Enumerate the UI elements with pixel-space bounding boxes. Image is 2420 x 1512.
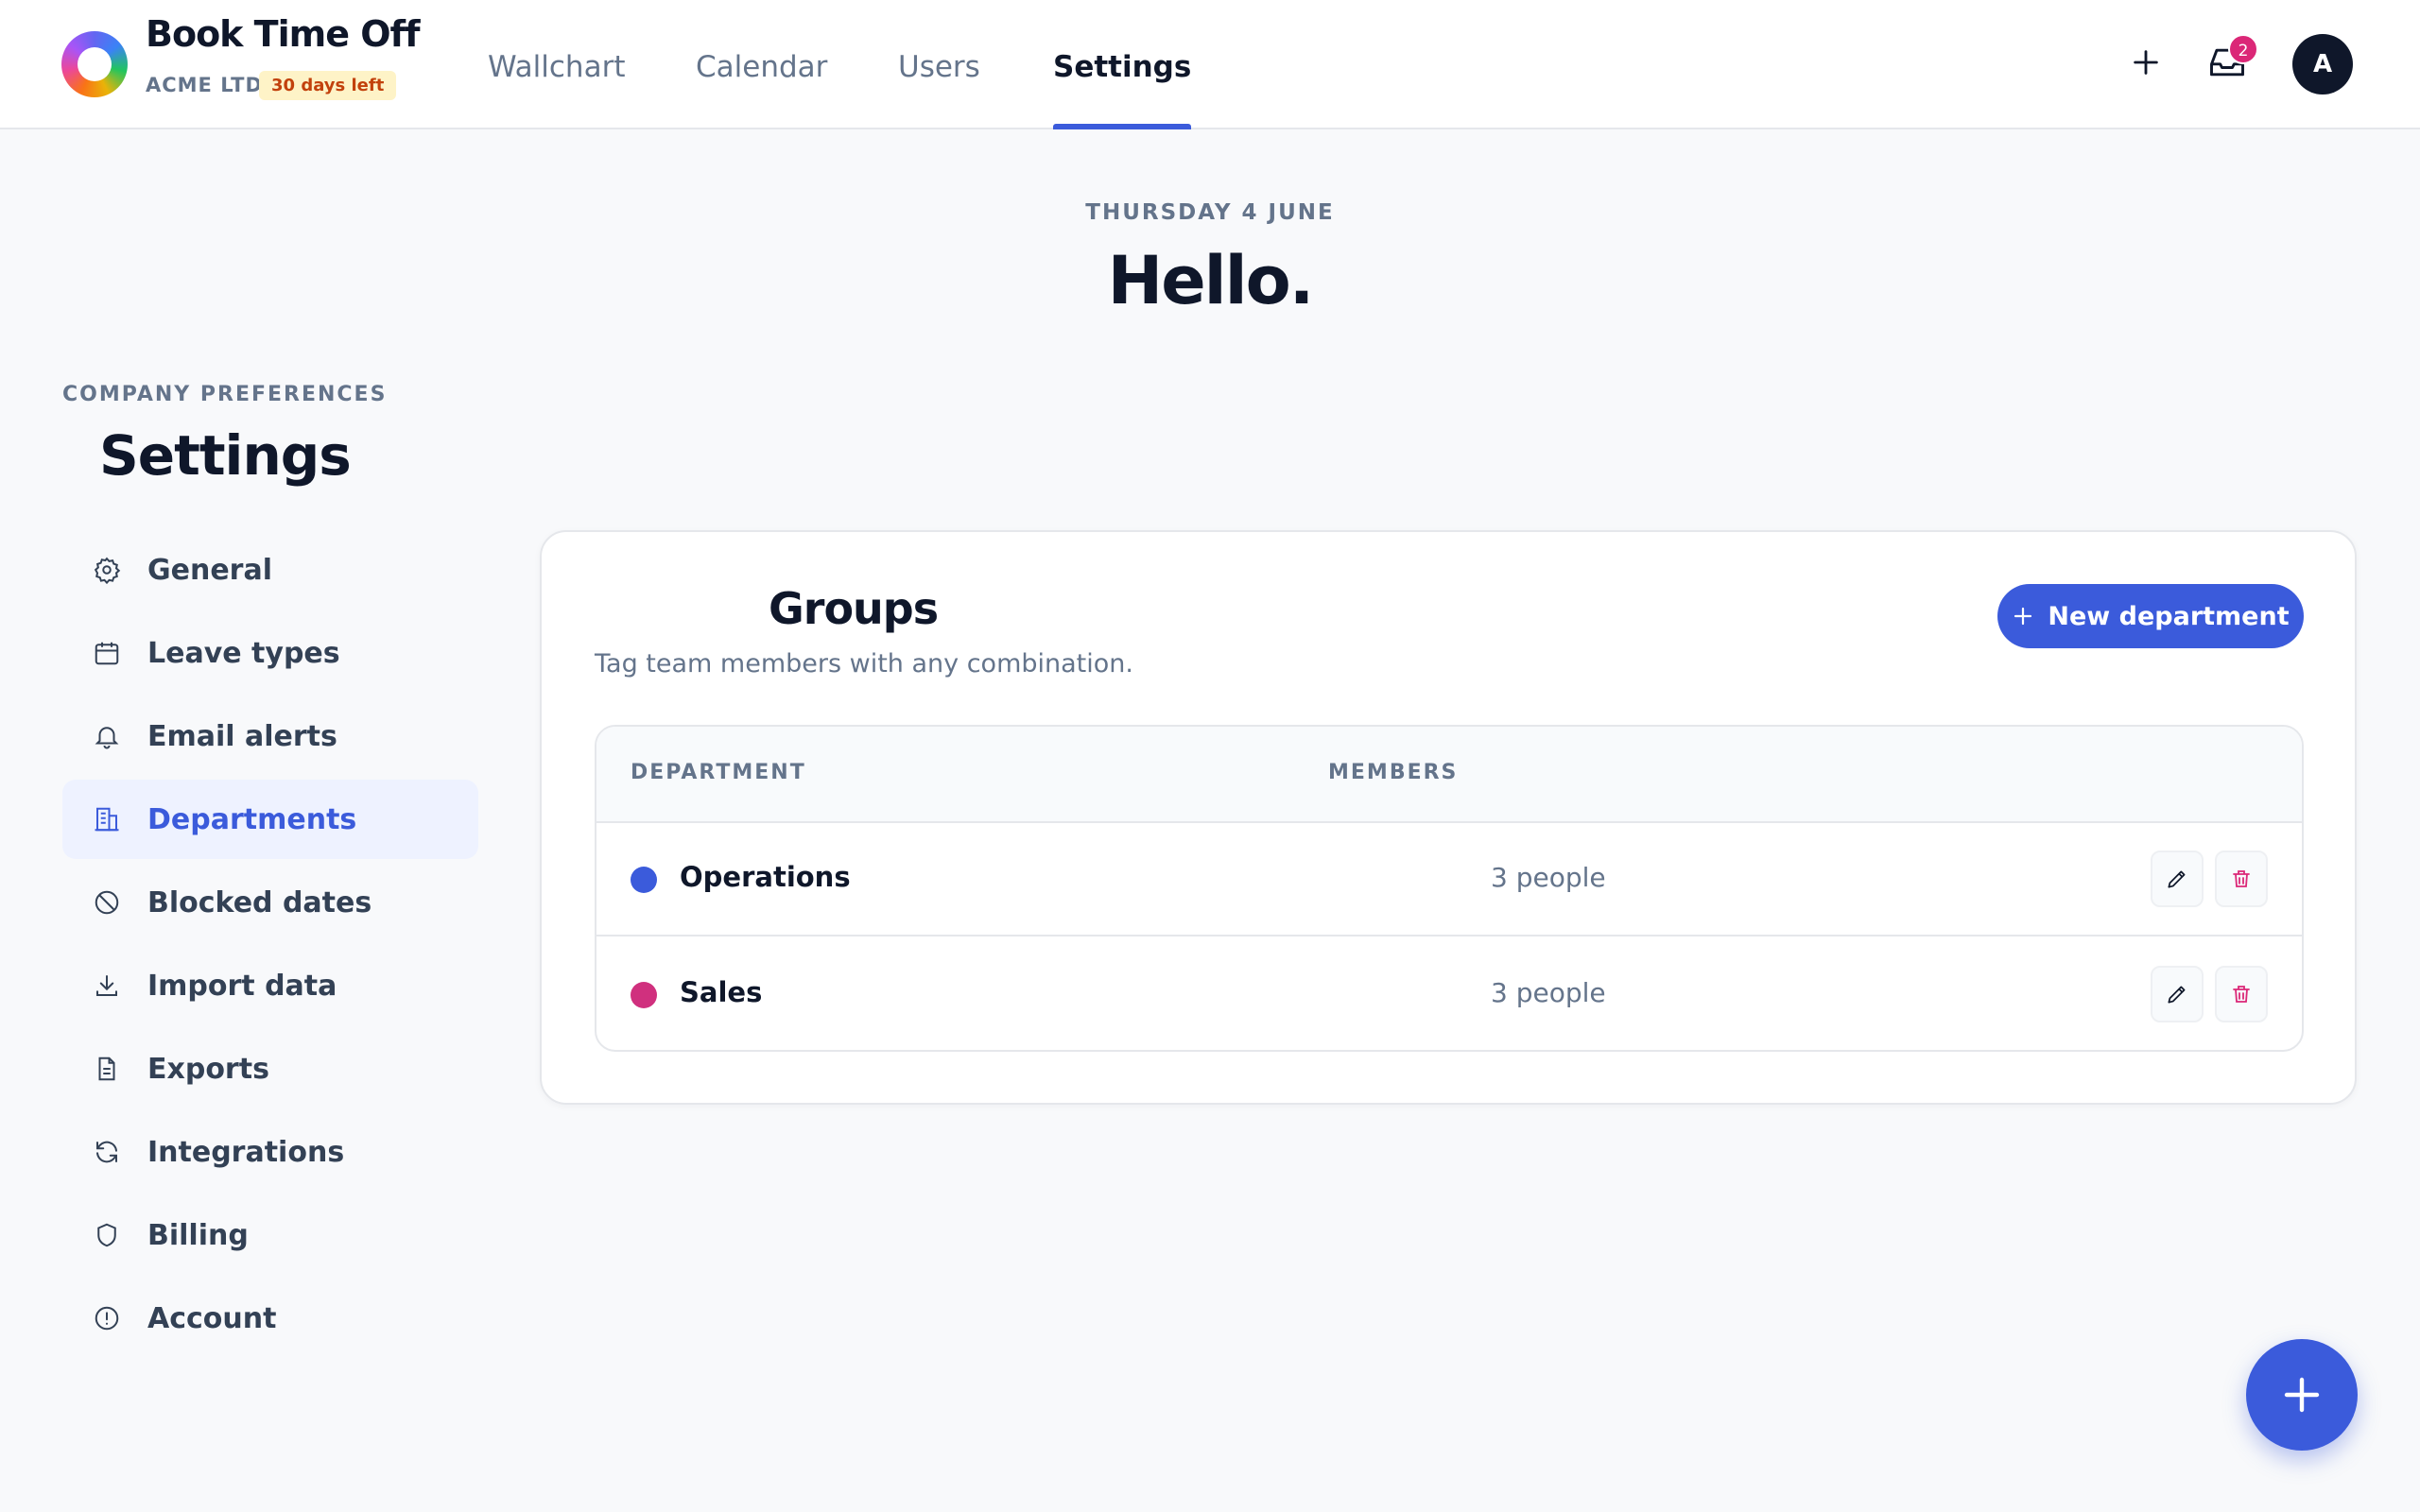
department-color-dot (631, 867, 657, 893)
nav-calendar[interactable]: Calendar (696, 0, 827, 129)
column-header-department[interactable]: DEPARTMENT (631, 761, 806, 784)
new-department-label: New department (2048, 601, 2290, 631)
sidebar-item-import-data[interactable]: Import data (62, 946, 478, 1025)
section-eyebrow: COMPANY PREFERENCES (62, 383, 388, 406)
blocked-icon (62, 888, 147, 917)
logo-icon[interactable] (61, 31, 128, 97)
calendar-icon (62, 639, 147, 667)
sidebar-item-exports[interactable]: Exports (62, 1029, 478, 1108)
trial-badge[interactable]: 30 days left (259, 71, 397, 100)
card-title: Groups (769, 583, 939, 634)
table-row[interactable]: Sales 3 people (596, 938, 2302, 1050)
sidebar-item-label: Departments (147, 802, 357, 836)
document-icon (62, 1055, 147, 1083)
avatar[interactable]: A (2292, 34, 2353, 94)
building-icon (62, 805, 147, 833)
pencil-icon (2168, 870, 2186, 888)
nav-wallchart[interactable]: Wallchart (488, 0, 625, 129)
column-header-members[interactable]: MEMBERS (1328, 761, 1458, 784)
brand-name[interactable]: Book Time Off (146, 13, 421, 55)
sidebar-item-blocked-dates[interactable]: Blocked dates (62, 863, 478, 942)
sidebar-item-label: Email alerts (147, 719, 337, 753)
nav-users[interactable]: Users (898, 0, 980, 129)
sidebar-item-label: Exports (147, 1052, 269, 1086)
gear-icon (62, 556, 147, 584)
top-bar: Book Time Off ACME LTD 30 days left Wall… (0, 0, 2420, 129)
sidebar-item-account[interactable]: Account (62, 1279, 478, 1358)
edit-button[interactable] (2151, 966, 2204, 1022)
page-title: Settings (99, 423, 352, 488)
sidebar-item-leave-types[interactable]: Leave types (62, 613, 478, 693)
edit-button[interactable] (2151, 850, 2204, 907)
greeting-title: Hello. (1107, 242, 1315, 319)
add-button[interactable] (2125, 42, 2167, 83)
table-row[interactable]: Operations 3 people (596, 823, 2302, 936)
sidebar-item-label: Account (147, 1301, 277, 1335)
member-count: 3 people (1491, 862, 1606, 893)
nav-settings[interactable]: Settings (1053, 0, 1192, 129)
shield-icon (62, 1221, 147, 1249)
sidebar-item-integrations[interactable]: Integrations (62, 1112, 478, 1192)
sidebar-item-label: Leave types (147, 636, 340, 670)
sidebar-item-label: General (147, 553, 272, 587)
pencil-icon (2168, 986, 2186, 1004)
refresh-icon (62, 1138, 147, 1166)
groups-card: Groups Tag team members with any combina… (540, 530, 2357, 1105)
new-department-button[interactable]: New department (1997, 584, 2304, 648)
delete-button[interactable] (2215, 850, 2268, 907)
sidebar-item-label: Billing (147, 1218, 249, 1252)
department-name: Sales (680, 976, 763, 1008)
department-name: Operations (680, 861, 851, 893)
departments-table: DEPARTMENT MEMBERS Operations 3 people S… (595, 725, 2304, 1052)
sidebar-item-label: Integrations (147, 1135, 345, 1169)
department-color-dot (631, 982, 657, 1008)
bell-icon (62, 722, 147, 750)
card-subtitle: Tag team members with any combination. (595, 649, 1133, 679)
sidebar-item-general[interactable]: General (62, 530, 478, 610)
alert-circle-icon (62, 1304, 147, 1332)
trash-icon (2233, 986, 2250, 1003)
company-name: ACME LTD (146, 74, 263, 96)
sidebar-item-label: Import data (147, 969, 337, 1003)
notification-badge: 2 (2228, 34, 2258, 64)
member-count: 3 people (1491, 977, 1606, 1008)
plus-icon (2284, 1377, 2320, 1413)
floating-add-button[interactable] (2246, 1339, 2358, 1451)
plus-icon (2134, 50, 2158, 75)
date-label: THURSDAY 4 JUNE (1085, 200, 1335, 225)
sidebar-item-billing[interactable]: Billing (62, 1195, 478, 1275)
download-icon (62, 971, 147, 1000)
sidebar-item-departments[interactable]: Departments (62, 780, 478, 859)
table-header: DEPARTMENT MEMBERS (596, 727, 2302, 823)
plus-icon (2014, 607, 2032, 626)
sidebar-item-email-alerts[interactable]: Email alerts (62, 696, 478, 776)
delete-button[interactable] (2215, 966, 2268, 1022)
trash-icon (2233, 870, 2250, 887)
sidebar-item-label: Blocked dates (147, 885, 372, 919)
